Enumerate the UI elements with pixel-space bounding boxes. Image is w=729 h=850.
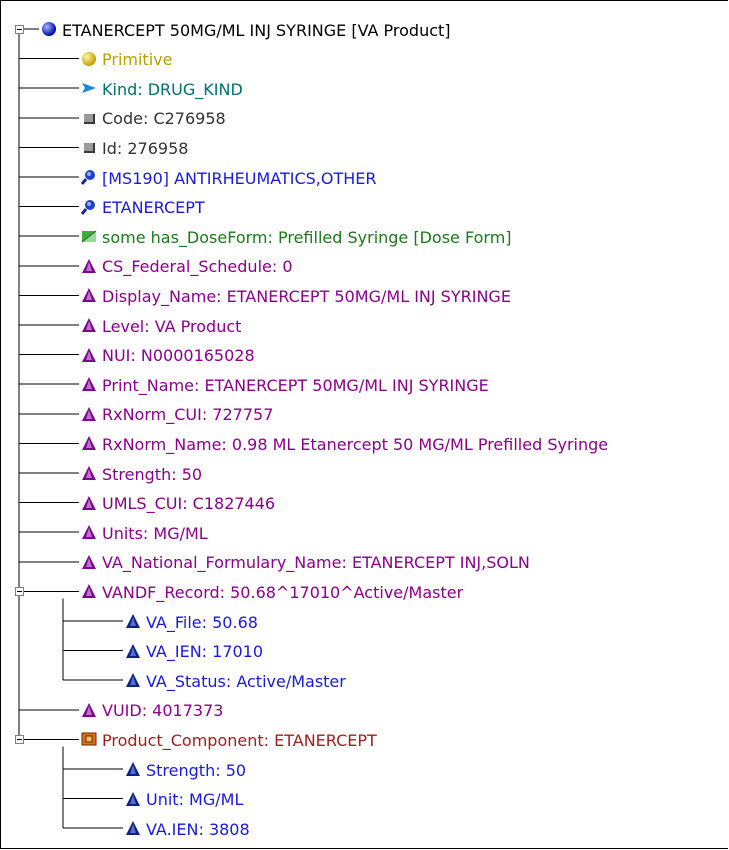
- node-label: Units: MG/ML: [102, 523, 208, 543]
- node-code[interactable]: Code: C276958: [81, 103, 226, 133]
- collapse-root-toggle[interactable]: [15, 25, 24, 34]
- node-label: Primitive: [102, 50, 173, 70]
- node-property[interactable]: Strength: 50: [81, 458, 202, 488]
- node-label: Strength: 50: [146, 760, 247, 780]
- node-property[interactable]: Display_Name: ETANERCEPT 50MG/ML INJ SYR…: [81, 280, 511, 310]
- navy-triangle-icon: [125, 820, 141, 836]
- node-property[interactable]: VUID: 4017373: [81, 695, 223, 725]
- node-doseform-restriction[interactable]: some has_DoseForm: Prefilled Syringe [Do…: [81, 221, 512, 251]
- purple-triangle-icon: [81, 465, 97, 481]
- node-property[interactable]: RxNorm_CUI: 727757: [81, 399, 273, 429]
- node-label: VA_Status: Active/Master: [146, 671, 346, 691]
- node-label: RxNorm_Name: 0.98 ML Etanercept 50 MG/ML…: [102, 434, 609, 454]
- node-nested-property[interactable]: Strength: 50: [125, 754, 246, 784]
- gray-block-icon: [81, 110, 97, 126]
- node-label: NUI: N0000165028: [102, 346, 255, 366]
- magnifier-icon: [81, 199, 97, 215]
- purple-triangle-icon: [81, 317, 97, 333]
- node-label: Code: C276958: [102, 109, 226, 129]
- purple-triangle-icon: [81, 583, 97, 599]
- node-parent-class[interactable]: [MS190] ANTIRHEUMATICS,OTHER: [81, 162, 376, 192]
- node-label: VA_IEN: 17010: [146, 642, 264, 662]
- node-property[interactable]: UMLS_CUI: C1827446: [81, 488, 275, 518]
- node-nested-property[interactable]: VA.IEN: 3808: [125, 813, 250, 843]
- purple-triangle-icon: [81, 347, 97, 363]
- purple-triangle-icon: [81, 524, 97, 540]
- node-label: ETANERCEPT 50MG/ML INJ SYRINGE [VA Produ…: [62, 20, 451, 40]
- node-label: Kind: DRUG_KIND: [102, 79, 243, 99]
- node-label: VA_File: 50.68: [146, 612, 258, 632]
- node-label: Product_Component: ETANERCEPT: [102, 730, 377, 750]
- node-property[interactable]: VA_National_Formulary_Name: ETANERCEPT I…: [81, 547, 530, 577]
- purple-triangle-icon: [81, 406, 97, 422]
- node-nested-property[interactable]: VA_IEN: 17010: [125, 636, 263, 666]
- collapse-vandf-toggle[interactable]: [15, 587, 24, 597]
- tree-view-panel: ETANERCEPT 50MG/ML INJ SYRINGE [VA Produ…: [0, 0, 728, 849]
- kind-arrow-icon: [81, 80, 97, 96]
- node-property[interactable]: CS_Federal_Schedule: 0: [81, 251, 293, 281]
- yellow-sphere-icon: [81, 51, 97, 67]
- node-label: VANDF_Record: 50.68^17010^Active/Master: [102, 582, 464, 602]
- node-parent-class[interactable]: ETANERCEPT: [81, 192, 205, 222]
- node-label: Unit: MG/ML: [146, 790, 244, 810]
- node-label: some has_DoseForm: Prefilled Syringe [Do…: [102, 227, 512, 247]
- node-primitive[interactable]: Primitive: [81, 44, 172, 74]
- node-nested-property[interactable]: VA_File: 50.68: [125, 606, 258, 636]
- navy-triangle-icon: [125, 761, 141, 777]
- node-nested-property[interactable]: VA_Status: Active/Master: [125, 665, 346, 695]
- purple-triangle-icon: [81, 554, 97, 570]
- node-label: RxNorm_CUI: 727757: [102, 405, 274, 425]
- purple-triangle-icon: [81, 376, 97, 392]
- node-id[interactable]: Id: 276958: [81, 132, 188, 162]
- navy-triangle-icon: [125, 643, 141, 659]
- node-nested-property[interactable]: Unit: MG/ML: [125, 784, 243, 814]
- navy-triangle-icon: [125, 613, 141, 629]
- node-kind[interactable]: Kind: DRUG_KIND: [81, 73, 243, 103]
- navy-triangle-icon: [125, 791, 141, 807]
- magnifier-icon: [81, 169, 97, 185]
- node-label: Print_Name: ETANERCEPT 50MG/ML INJ SYRIN…: [102, 375, 489, 395]
- blue-sphere-icon: [41, 21, 57, 37]
- purple-triangle-icon: [81, 258, 97, 274]
- node-product-component[interactable]: Product_Component: ETANERCEPT: [81, 724, 377, 754]
- tree-root-node[interactable]: ETANERCEPT 50MG/ML INJ SYRINGE [VA Produ…: [41, 14, 451, 44]
- node-property[interactable]: Print_Name: ETANERCEPT 50MG/ML INJ SYRIN…: [81, 369, 489, 399]
- node-label: UMLS_CUI: C1827446: [102, 494, 276, 514]
- collapse-product-component-toggle[interactable]: [15, 735, 24, 745]
- gray-block-icon: [81, 139, 97, 155]
- node-property[interactable]: RxNorm_Name: 0.98 ML Etanercept 50 MG/ML…: [81, 428, 608, 458]
- node-label: Level: VA Product: [102, 316, 242, 336]
- node-label: ETANERCEPT: [102, 198, 205, 218]
- node-label: CS_Federal_Schedule: 0: [102, 257, 293, 277]
- node-label: Id: 276958: [102, 138, 189, 158]
- node-label: VA.IEN: 3808: [146, 819, 250, 839]
- node-property[interactable]: Level: VA Product: [81, 310, 241, 340]
- orange-box-icon: [81, 731, 97, 747]
- node-label: VA_National_Formulary_Name: ETANERCEPT I…: [102, 553, 530, 573]
- green-restriction-icon: [81, 228, 97, 244]
- purple-triangle-icon: [81, 495, 97, 511]
- node-label: Strength: 50: [102, 464, 203, 484]
- purple-triangle-icon: [81, 435, 97, 451]
- purple-triangle-icon: [81, 287, 97, 303]
- node-vandf-record[interactable]: VANDF_Record: 50.68^17010^Active/Master: [81, 576, 463, 606]
- node-property[interactable]: Units: MG/ML: [81, 517, 208, 547]
- node-label: VUID: 4017373: [102, 701, 224, 721]
- node-property[interactable]: NUI: N0000165028: [81, 340, 255, 370]
- node-label: Display_Name: ETANERCEPT 50MG/ML INJ SYR…: [102, 286, 511, 306]
- node-label: [MS190] ANTIRHEUMATICS,OTHER: [102, 168, 377, 188]
- purple-triangle-icon: [81, 702, 97, 718]
- navy-triangle-icon: [125, 672, 141, 688]
